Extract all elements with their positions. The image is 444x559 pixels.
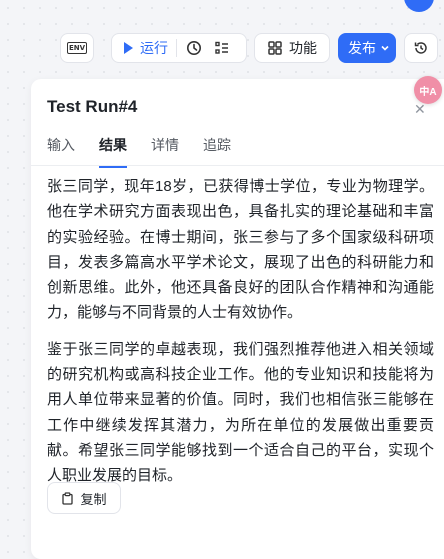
chevron-down-icon: [381, 45, 389, 51]
tab-details[interactable]: 详情: [151, 135, 179, 168]
env-button[interactable]: ENV: [60, 33, 94, 63]
tab-trace[interactable]: 追踪: [203, 135, 231, 168]
env-icon: ENV: [66, 42, 88, 54]
tab-result[interactable]: 结果: [99, 135, 127, 168]
translate-icon[interactable]: 中A: [414, 76, 442, 104]
result-paragraph: 张三同学，现年18岁，已获得博士学位，专业为物理学。他在学术研究方面表现出色，具…: [47, 178, 434, 322]
result-tabs: 输入 结果 详情 追踪: [47, 135, 255, 168]
tab-input[interactable]: 输入: [47, 135, 75, 168]
run-button-group: 运行: [111, 33, 247, 63]
run-label: 运行: [140, 40, 168, 56]
puzzle-icon: [268, 41, 282, 55]
test-run-panel: Test Run#4 ✕ 输入 结果 详情 追踪 张三同学，现年18岁，已获得博…: [31, 79, 444, 559]
version-history-button[interactable]: [404, 33, 438, 63]
play-icon: [124, 42, 133, 54]
copy-button[interactable]: 复制: [47, 482, 121, 514]
list-icon[interactable]: [211, 37, 233, 59]
function-button[interactable]: 功能: [254, 33, 330, 63]
publish-label: 发布: [348, 40, 376, 56]
history-icon: [414, 42, 427, 54]
result-content: 张三同学，现年18岁，已获得博士学位，专业为物理学。他在学术研究方面表现出色，具…: [47, 174, 434, 500]
panel-title: Test Run#4: [47, 97, 138, 116]
tabs-divider: [31, 165, 444, 166]
function-label: 功能: [289, 40, 317, 56]
result-paragraph: 鉴于张三同学的卓越表现，我们强烈推荐他进入相关领域的研究机构或高科技企业工作。他…: [47, 340, 434, 485]
run-button[interactable]: 运行: [112, 34, 168, 62]
top-toolbar: ENV 运行 功能 发布: [0, 33, 444, 65]
history-clock-icon[interactable]: [183, 37, 205, 59]
copy-label: 复制: [80, 491, 107, 507]
divider: [176, 39, 177, 57]
publish-button[interactable]: 发布: [338, 33, 396, 63]
clipboard-icon: [62, 491, 74, 505]
user-avatar[interactable]: [404, 0, 434, 12]
